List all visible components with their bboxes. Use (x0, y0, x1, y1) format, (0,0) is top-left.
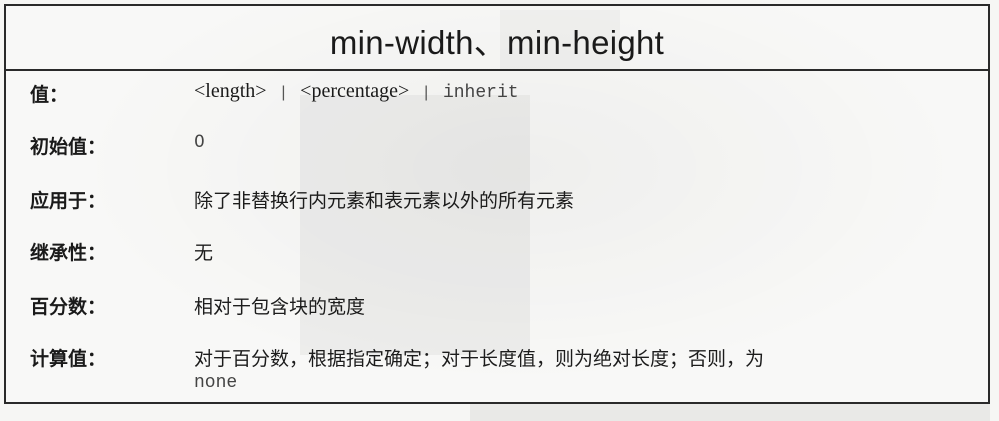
syntax-percentage: <percentage> (300, 80, 410, 102)
syntax-inherit: inherit (442, 83, 519, 103)
syntax-length: <length> (194, 80, 267, 102)
computed-value-none: none (194, 373, 238, 393)
computed-value-text: 对于百分数，根据指定确定；对于长度值，则为绝对长度；否则，为 (194, 348, 765, 370)
syntax-separator: | (421, 84, 431, 102)
value-syntax: <length> | <percentage> | inherit (194, 80, 519, 103)
row-label: 计算值： (30, 348, 107, 370)
show-through-shadow (470, 404, 990, 421)
row-label: 值： (30, 84, 69, 106)
percentages-text: 相对于包含块的宽度 (194, 296, 366, 318)
applies-to-text: 除了非替换行内元素和表元素以外的所有元素 (194, 190, 575, 212)
row-label: 初始值： (30, 136, 107, 158)
row-label: 应用于： (30, 190, 107, 212)
inherited-text: 无 (194, 242, 214, 264)
row-label: 百分数： (30, 296, 107, 318)
title-divider (6, 69, 988, 71)
property-title: min-width、min-height (329, 24, 665, 61)
property-definition-box: min-width、min-height 值： <length> | <percen… (4, 4, 990, 404)
syntax-separator: | (278, 84, 289, 102)
row-label: 继承性： (30, 242, 107, 264)
page-background: min-width、min-height 值： <length> | <percen… (0, 0, 999, 421)
initial-value-text: 0 (194, 132, 205, 152)
